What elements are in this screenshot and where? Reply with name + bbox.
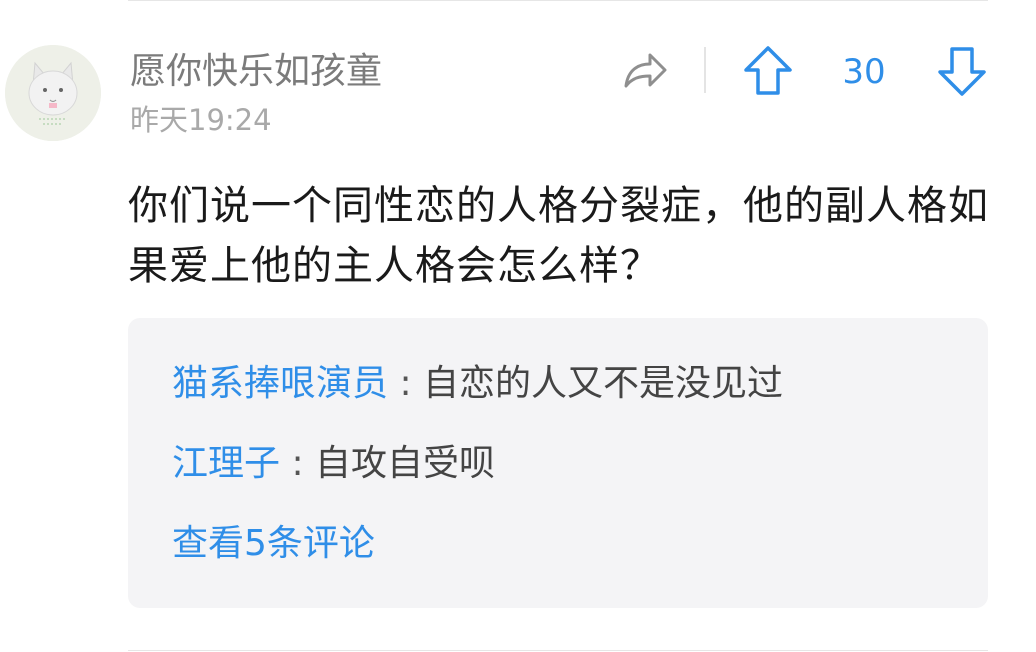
cat-avatar-icon: [5, 45, 101, 141]
avatar[interactable]: [5, 45, 101, 141]
bottom-divider: [128, 650, 988, 651]
vote-count: 30: [842, 52, 886, 92]
arrow-down-icon: [938, 47, 986, 96]
timestamp: 昨天19:24: [130, 103, 272, 137]
reply-text: 自攻自受呗: [315, 443, 496, 484]
reply-separator: :: [280, 443, 316, 484]
reply-username[interactable]: 猫系捧哏演员: [172, 363, 388, 404]
reply-item[interactable]: 江理子 : 自攻自受呗: [172, 440, 495, 488]
post-content: 你们说一个同性恋的人格分裂症，他的副人格如果爱上他的主人格会怎么样？: [128, 183, 989, 289]
view-more-comments-link[interactable]: 查看5条评论: [172, 520, 375, 568]
arrow-up-icon: [744, 46, 792, 95]
reply-preview-box[interactable]: 猫系捧哏演员 : 自恋的人又不是没见过 江理子 : 自攻自受呗 查看5条评论: [128, 318, 988, 608]
share-arrow-icon: [624, 53, 667, 88]
top-divider: [128, 0, 988, 1]
action-separator: [704, 47, 706, 93]
downvote-button[interactable]: [936, 44, 988, 98]
share-button[interactable]: [620, 46, 670, 96]
reply-username[interactable]: 江理子: [172, 443, 280, 484]
reply-separator: :: [388, 363, 424, 404]
reply-item[interactable]: 猫系捧哏演员 : 自恋的人又不是没见过: [172, 360, 783, 408]
upvote-button[interactable]: [742, 44, 794, 98]
username[interactable]: 愿你快乐如孩童: [130, 48, 382, 96]
reply-text: 自恋的人又不是没见过: [423, 363, 784, 404]
